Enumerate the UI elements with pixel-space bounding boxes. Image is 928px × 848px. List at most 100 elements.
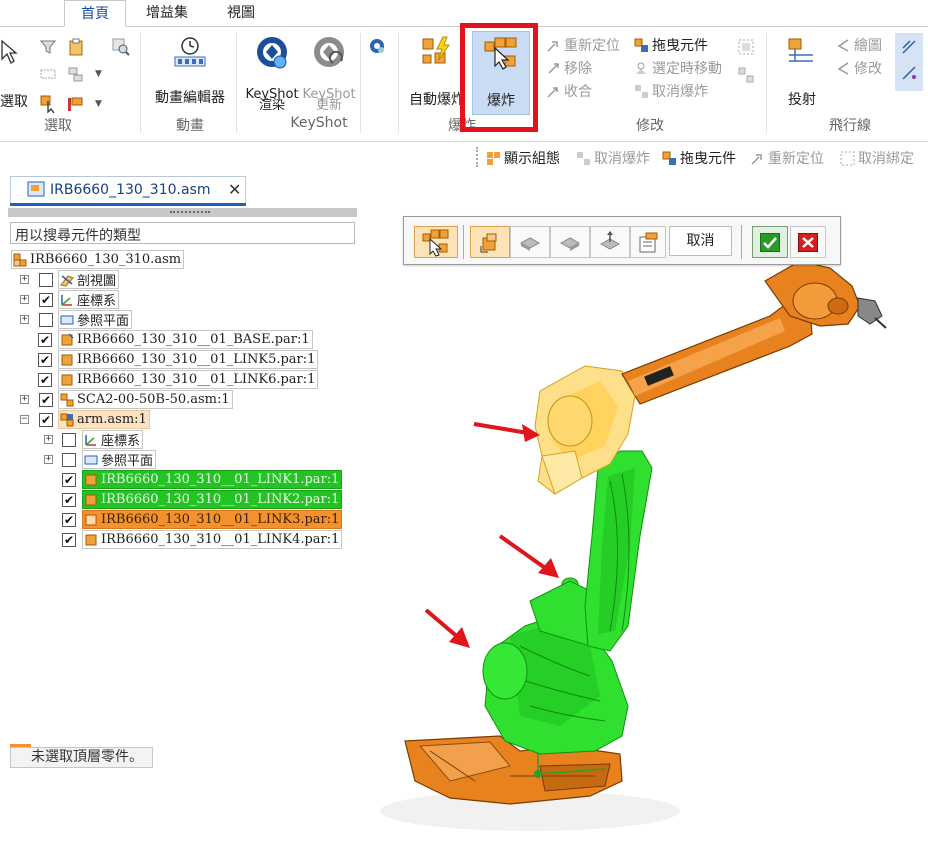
tree-row[interactable]: + ✔ 座標系	[20, 290, 120, 309]
tree-node[interactable]: IRB6660_130_310__01_LINK6.par:1	[58, 370, 319, 389]
visibility-checkbox[interactable]: ✔	[62, 532, 76, 547]
show-configuration-button[interactable]: 顯示組態	[486, 148, 560, 168]
tree-node[interactable]: IRB6660_130_310__01_LINK4.par:1	[82, 530, 343, 549]
visibility-checkbox[interactable]: ✔	[38, 372, 52, 387]
collapse-icon[interactable]: −	[20, 415, 29, 424]
tree-node[interactable]: 參照平面	[58, 310, 133, 329]
tree-root-node[interactable]: IRB6660_130_310.asm	[11, 250, 185, 269]
tree-node-hover[interactable]: IRB6660_130_310__01_LINK3.par:1	[82, 510, 343, 529]
keyshot-render-button[interactable]: KeyShot 渲染	[244, 35, 300, 112]
expand-icon[interactable]: +	[44, 455, 53, 464]
visibility-checkbox[interactable]: ✔	[62, 512, 76, 527]
stationary-part-step-button[interactable]	[470, 226, 510, 258]
tree-row[interactable]: ✔ IRB6660_130_310__01_LINK5.par:1	[38, 350, 319, 369]
visibility-checkbox[interactable]	[62, 452, 76, 467]
move-on-select-button[interactable]: 選定時移動	[634, 58, 722, 78]
expand-icon[interactable]: +	[20, 395, 29, 404]
options-step-button[interactable]	[630, 226, 666, 258]
tree-row[interactable]: − ✔ arm.asm:1	[20, 410, 150, 429]
unexplode-button[interactable]: 取消爆炸	[634, 81, 708, 101]
grid-option-icon[interactable]	[738, 39, 754, 55]
expand-icon[interactable]: +	[20, 315, 29, 324]
face-step-button[interactable]	[550, 226, 590, 258]
flyline-tools-strip[interactable]	[895, 33, 923, 91]
close-icon[interactable]: ✕	[228, 180, 241, 199]
move-direction-step-button[interactable]	[590, 226, 630, 258]
tree-row[interactable]: ✔ IRB6660_130_310__01_LINK6.par:1	[38, 370, 319, 389]
select-step-button[interactable]	[414, 226, 458, 258]
clipboard-icon[interactable]	[68, 38, 84, 56]
tree-node[interactable]: 座標系	[58, 290, 120, 309]
tree-node[interactable]: 座標系	[82, 430, 144, 449]
tree-row[interactable]: ✔ IRB6660_130_310__01_LINK1.par:1	[62, 470, 343, 489]
visibility-checkbox[interactable]: ✔	[39, 392, 53, 407]
tab-view[interactable]: 視圖	[210, 0, 272, 27]
quick-drag-component-button[interactable]: 拖曳元件	[662, 148, 736, 168]
cancel-button[interactable]: 取消	[669, 226, 732, 256]
visibility-checkbox[interactable]: ✔	[62, 472, 76, 487]
visibility-checkbox[interactable]: ✔	[39, 292, 53, 307]
cursor-icon[interactable]	[0, 39, 18, 65]
flyline-draw-button[interactable]: 繪圖	[836, 35, 882, 55]
quick-unbind-button[interactable]: 取消綁定	[840, 148, 914, 168]
tree-node[interactable]: SCA2-00-50B-50.asm:1	[58, 390, 233, 409]
component-search-input[interactable]: 用以搜尋元件的類型	[10, 222, 355, 244]
collapse-button[interactable]: 收合	[546, 81, 592, 101]
robot-forearm[interactable]	[621, 260, 887, 405]
globe-icon[interactable]	[368, 37, 386, 55]
tree-row[interactable]: ✔ IRB6660_130_310__01_LINK3.par:1	[62, 510, 343, 529]
expand-icon[interactable]: +	[44, 435, 53, 444]
quick-reposition-button[interactable]: 重新定位	[750, 148, 824, 168]
cancel-command-button[interactable]	[790, 226, 826, 258]
remove-button[interactable]: 移除	[546, 58, 592, 78]
tree-node[interactable]: IRB6660_130_310__01_LINK5.par:1	[58, 350, 319, 369]
keyshot-update-button[interactable]: KeyShot 更新	[302, 35, 356, 112]
visibility-checkbox[interactable]: ✔	[38, 352, 52, 367]
box-select-icon[interactable]	[40, 67, 56, 81]
tree-node[interactable]: 參照平面	[82, 450, 157, 469]
animation-editor-button[interactable]: 動畫編輯器	[148, 35, 232, 107]
tree-row[interactable]: + ✔ SCA2-00-50B-50.asm:1	[20, 390, 233, 409]
select-button-label[interactable]: 選取	[0, 91, 28, 111]
visibility-checkbox[interactable]: ✔	[62, 492, 76, 507]
visibility-checkbox[interactable]	[62, 432, 76, 447]
reposition-button[interactable]: 重新定位	[546, 35, 620, 55]
tree-node-selected[interactable]: IRB6660_130_310__01_LINK1.par:1	[82, 470, 343, 489]
direction-step-button[interactable]	[510, 226, 550, 258]
robot-link2-selected[interactable]	[584, 450, 653, 652]
tree-row[interactable]: + 參照平面	[44, 450, 157, 469]
select-tool-icon[interactable]	[40, 95, 58, 113]
auto-explode-button[interactable]: 自動爆炸	[406, 35, 468, 109]
flyline-modify-button[interactable]: 修改	[836, 58, 882, 78]
visibility-checkbox[interactable]	[39, 272, 53, 287]
tree-row[interactable]: + 座標系	[44, 430, 144, 449]
graphics-viewport[interactable]	[360, 206, 928, 848]
tree-row[interactable]: ✔ IRB6660_130_310__01_BASE.par:1	[38, 330, 313, 349]
tab-addins[interactable]: 增益集	[130, 0, 204, 27]
grid-option-2-icon[interactable]	[738, 67, 754, 83]
tree-row[interactable]: ✔ IRB6660_130_310__01_LINK2.par:1	[62, 490, 343, 509]
tab-home[interactable]: 首頁	[64, 0, 126, 27]
tree-node-arm-assembly[interactable]: arm.asm:1	[58, 410, 150, 429]
project-button[interactable]: 投射	[776, 35, 828, 109]
chevron-down-icon[interactable]: ▼	[95, 99, 102, 109]
panel-splitter[interactable]	[8, 208, 357, 217]
visibility-checkbox[interactable]	[39, 312, 53, 327]
accept-button[interactable]	[752, 226, 788, 258]
tree-node[interactable]: 剖視圖	[58, 270, 120, 289]
chevron-down-icon[interactable]: ▼	[95, 69, 102, 79]
visibility-checkbox[interactable]: ✔	[38, 332, 52, 347]
tree-row[interactable]: + 剖視圖	[20, 270, 120, 289]
quick-unexplode-button[interactable]: 取消爆炸	[576, 148, 650, 168]
tree-row[interactable]: ✔ IRB6660_130_310__01_LINK4.par:1	[62, 530, 343, 549]
flag-select-icon[interactable]	[66, 95, 84, 113]
tree-node[interactable]: IRB6660_130_310__01_BASE.par:1	[58, 330, 313, 349]
expand-icon[interactable]: +	[20, 295, 29, 304]
filter-icon[interactable]	[40, 39, 56, 55]
tree-root[interactable]: IRB6660_130_310.asm	[11, 250, 185, 269]
drag-component-button[interactable]: 拖曳元件	[634, 35, 708, 55]
tree-node-selected[interactable]: IRB6660_130_310__01_LINK2.par:1	[82, 490, 343, 509]
expand-icon[interactable]: +	[20, 275, 29, 284]
layers-select-icon[interactable]	[68, 67, 84, 83]
zoom-select-icon[interactable]	[112, 38, 130, 56]
